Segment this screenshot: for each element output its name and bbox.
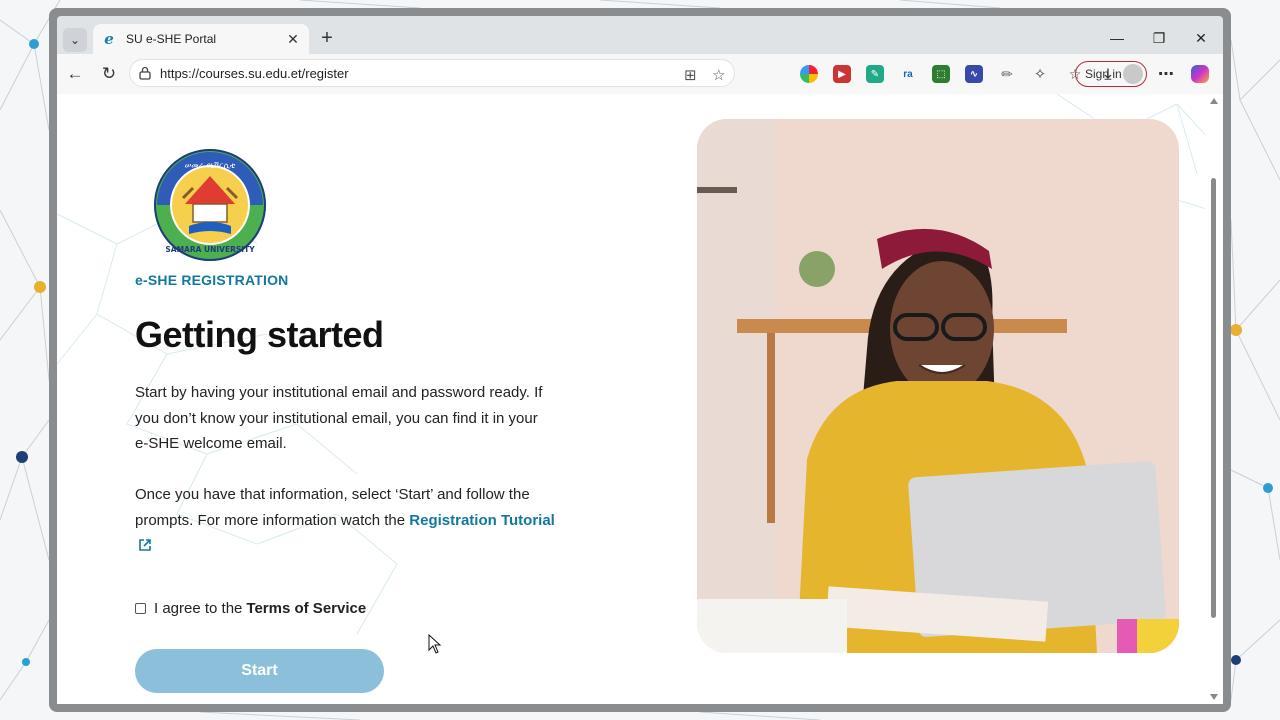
address-bar[interactable]: https://courses.su.edu.et/register ⊞ ☆ [129,59,735,87]
start-button[interactable]: Start [135,649,384,693]
agree-label: I agree to the [154,600,243,617]
browser-window: ⌄ e SU e-SHE Portal ✕ + — ❐ ✕ ← ↻ https:… [49,8,1231,712]
sign-in-label: Sign in [1085,67,1122,81]
edge-favicon-icon: e [104,30,114,48]
pencil-icon[interactable]: ✏ [998,65,1016,83]
green-extension-icon[interactable]: ⬚ [932,65,950,83]
page-viewport: ሠመራ ዩኒቨርሲቲ SAMARA UNIVERSITY e-SHE REGIS… [57,94,1223,704]
copilot-icon[interactable] [1191,65,1209,83]
registration-tutorial-label: Registration Tutorial [409,511,555,529]
tab-title: SU e-SHE Portal [126,32,217,46]
logo-amharic-text: ሠመራ ዩኒቨርሲቲ [185,161,236,170]
terms-of-service-link[interactable]: Terms of Service [246,600,366,617]
url-text: https://courses.su.edu.et/register [160,65,349,81]
tab-bar: ⌄ e SU e-SHE Portal ✕ + — ❐ ✕ [57,16,1223,54]
apps-icon[interactable]: ⊞ [684,66,697,84]
external-link-icon [139,539,151,551]
close-tab-icon[interactable]: ✕ [285,31,301,48]
tab-su-eshe-portal[interactable]: e SU e-SHE Portal ✕ [93,24,309,54]
terms-agreement: I agree to the Terms of Service [135,600,366,617]
pen-extension-icon[interactable]: ✎ [866,65,884,83]
scroll-up-arrow-icon[interactable] [1210,98,1218,104]
favorite-star-icon[interactable]: ☆ [712,66,725,84]
color-extension-icon[interactable] [800,65,818,83]
terms-checkbox[interactable] [135,603,146,614]
more-menu-icon[interactable]: ⋯ [1157,65,1175,83]
eyebrow-label: e-SHE REGISTRATION [135,272,289,288]
new-tab-button[interactable]: + [315,26,339,50]
ra-extension-icon[interactable]: ra [899,65,917,83]
page-scrollbar[interactable] [1205,94,1223,704]
samara-university-logo: ሠመራ ዩኒቨርሲቲ SAMARA UNIVERSITY [154,149,266,261]
chevron-down-icon: ⌄ [69,33,81,47]
tab-actions-button[interactable]: ⌄ [63,28,87,52]
restore-button[interactable]: ❐ [1149,30,1169,47]
audio-extension-icon[interactable]: ∿ [965,65,983,83]
close-window-button[interactable]: ✕ [1191,30,1211,47]
sign-in-button[interactable]: Sign in [1075,61,1147,87]
page-title: Getting started [135,314,384,355]
megaphone-extension-icon[interactable]: ▶ [833,65,851,83]
instructions-paragraph: Once you have that information, select ‘… [135,482,555,559]
refresh-button[interactable]: ↻ [97,62,121,86]
lock-icon [139,66,151,80]
intro-paragraph: Start by having your institutional email… [135,384,543,452]
avatar-icon [1123,64,1143,84]
browser-toolbar: ← ↻ https://courses.su.edu.et/register ⊞… [57,54,1223,94]
minimize-button[interactable]: — [1107,30,1127,46]
back-button[interactable]: ← [63,62,87,86]
scroll-down-arrow-icon[interactable] [1210,694,1218,700]
mouse-cursor-icon [428,634,442,654]
student-photo [697,119,1179,653]
browser-chrome: ⌄ e SU e-SHE Portal ✕ + — ❐ ✕ ← ↻ https:… [57,16,1223,94]
registration-panel: ሠመራ ዩኒቨርሲቲ SAMARA UNIVERSITY e-SHE REGIS… [135,94,575,704]
extensions-puzzle-icon[interactable]: ✧ [1031,65,1049,83]
scrollbar-thumb[interactable] [1211,178,1216,618]
logo-english-text: SAMARA UNIVERSITY [165,245,255,254]
